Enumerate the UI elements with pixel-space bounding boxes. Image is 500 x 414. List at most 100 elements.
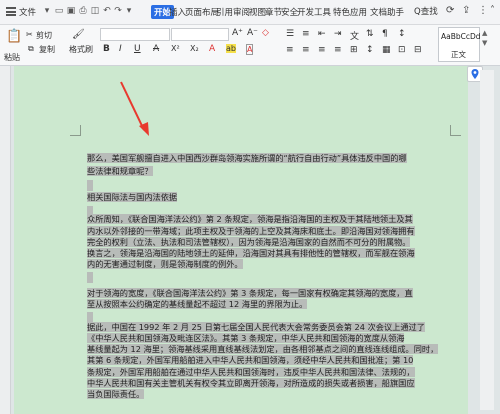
document-line[interactable]: 至从按照本公约确定的基线量起不超过 12 海里的界限为止。 <box>87 299 308 310</box>
style-normal[interactable]: AaBbCcDd 正文 <box>438 27 481 62</box>
vertical-ruler <box>0 66 11 414</box>
line-text: 内的无害通过制度，则是领海制度的例外。 <box>87 259 243 269</box>
tab-review[interactable]: 审阅 <box>233 6 250 18</box>
line-text: 条规定，外国军用船舶在通过中华人民共和国领海时，违反中华人民共和国法律、法规的， <box>87 367 415 377</box>
annotation-arrow-icon <box>120 81 149 136</box>
document-line[interactable]: 条规定，外国军用船舶在通过中华人民共和国领海时，违反中华人民共和国法律、法规的， <box>87 367 415 378</box>
tab-security[interactable]: 安全 <box>281 6 298 18</box>
highlight-button[interactable]: ab <box>226 44 236 53</box>
save-icon[interactable]: ▣ <box>66 6 76 16</box>
clear-format-icon[interactable]: ◇ <box>262 28 269 38</box>
format-painter-button[interactable]: 格式刷 <box>69 44 93 55</box>
bold-button[interactable]: B <box>103 44 110 54</box>
align-left-icon[interactable]: ≡ <box>286 45 294 55</box>
char-border-button[interactable]: A <box>246 44 254 55</box>
line-text: 完全的权利（立法、执法和司法管辖权），因为领海是沿海国家的自然而不可分的附属物。 <box>87 237 411 247</box>
style-scroll-arrows[interactable]: ▲ ▼ <box>482 28 487 48</box>
line-text: 《中华人民共和国领海及毗连区法》。其第 3 条规定，中华人民共和国领海的宽度从领… <box>87 333 405 343</box>
margin-corner-top-left <box>70 125 81 136</box>
tab-view[interactable]: 视图 <box>249 6 266 18</box>
line-text: 换言之，领海是沿海国的陆地领土的延伸，沿海国对其具有排他性的管辖权，而军舰在领海 <box>87 248 415 258</box>
vertical-scrollbar[interactable] <box>480 70 494 410</box>
align-right-icon[interactable]: ≡ <box>318 45 326 55</box>
shrink-font-icon[interactable]: A⁻ <box>247 28 258 38</box>
tab-references[interactable]: 引用 <box>216 6 233 18</box>
document-line[interactable]: 些法律和规章呢？ <box>87 166 153 177</box>
tab-developer[interactable]: 开发工具 <box>297 6 331 18</box>
bullet-list-icon[interactable]: ☰ <box>286 29 294 39</box>
underline-button[interactable]: U <box>134 44 141 54</box>
document-line[interactable]: 那么，美国军舰擅自进入中国西沙群岛领海实施所谓的“航行自由行动”具体违反中国的哪 <box>87 153 407 164</box>
grow-font-icon[interactable]: A⁺ <box>232 28 243 38</box>
document-line[interactable]: 对于领海的宽度，《联合国海洋法公约》第 3 条规定，每一国家有权确定其领海的宽度… <box>87 288 413 299</box>
line-text: 据此，中国在 1992 年 2 月 25 日第七届全国人民代表大会常务委员会第 … <box>87 322 425 332</box>
numbered-list-icon[interactable]: ≡ <box>302 29 310 39</box>
superscript-button[interactable]: X² <box>171 44 180 53</box>
redo-icon[interactable]: ↷ <box>113 6 123 16</box>
justify-icon[interactable]: ≡ <box>334 45 342 55</box>
document-line[interactable]: 中华人民共和国有关主管机关有权令其立即离开领海，对所造成的损失或者损害，船旗国应 <box>87 378 415 389</box>
copy-icon: ⧉ <box>28 44 34 53</box>
line-text: 当负国际责任。 <box>87 389 145 399</box>
document-line[interactable]: 内的无害通过制度，则是领海制度的例外。 <box>87 259 243 270</box>
line-spacing-dropdown-icon[interactable]: ↕ <box>366 45 374 55</box>
share-icon[interactable]: ⇪ <box>462 5 470 16</box>
margin-corner-top-right <box>450 125 461 136</box>
line-text: 中华人民共和国有关主管机关有权令其立即离开领海，对所造成的损失或者损害，船旗国应 <box>87 378 415 388</box>
sync-icon[interactable]: ⟳ <box>446 5 454 16</box>
tab-chapter[interactable]: 章节 <box>265 6 282 18</box>
style-sample: AaBbCcDd <box>441 32 481 41</box>
undo-icon[interactable]: ↶ <box>102 6 112 16</box>
increase-indent-icon[interactable]: ⇥ <box>334 29 342 39</box>
document-line[interactable]: 众所周知，《联合国海洋法公约》第 2 条规定，领海是指沿海国的主权及于其陆地领土… <box>87 214 413 225</box>
font-family-select[interactable] <box>100 28 170 41</box>
document-line[interactable]: 基线量起为 12 海里；领海基线采用直线基线法划定，由各相邻基点之间的直线连线组… <box>87 344 439 355</box>
document-line[interactable]: 其第 6 条规定，外国军用船舶进入中华人民共和国领海，须经中华人民共和国批准；第… <box>87 355 414 366</box>
decrease-indent-icon[interactable]: ⇤ <box>318 29 326 39</box>
document-line[interactable]: 相关国际法与国内法依据 <box>87 192 178 203</box>
align-center-icon[interactable]: ≡ <box>302 45 310 55</box>
line-spacing-icon[interactable]: ↕ <box>398 29 406 39</box>
strikethrough-button[interactable]: A <box>153 44 159 54</box>
distributed-icon[interactable]: ⊞ <box>350 45 358 55</box>
open-folder-icon[interactable]: ▭ <box>54 6 64 16</box>
search-button[interactable]: Q查找 <box>414 5 438 17</box>
chinese-layout-icon[interactable]: 文 <box>350 29 359 42</box>
shading-icon[interactable]: ▦ <box>382 45 391 55</box>
line-text: 内水以外邻接的一带海域；此项主权及于领海的上空及其海床和底土。即沿海国对领海拥有 <box>87 226 415 236</box>
cut-button[interactable]: 剪切 <box>36 30 52 41</box>
print-icon[interactable]: ⎙ <box>78 6 88 16</box>
dropdown-arrow-icon[interactable]: ▾ <box>42 6 52 16</box>
italic-button[interactable]: I <box>119 44 122 54</box>
tab-insert[interactable]: 插入 <box>169 6 186 18</box>
copy-button[interactable]: 复制 <box>39 44 55 55</box>
line-text: 至从按照本公约确定的基线量起不超过 12 海里的界限为止。 <box>87 299 308 309</box>
document-line[interactable]: 内水以外邻接的一带海域；此项主权及于领海的上空及其海床和底土。即沿海国对领海拥有 <box>87 226 415 237</box>
paste-button[interactable]: 粘贴 <box>4 52 20 63</box>
font-size-select[interactable] <box>171 28 229 41</box>
more-dropdown-icon[interactable]: ▾ <box>124 6 134 16</box>
tab-special-apps[interactable]: 特色应用 <box>333 6 367 18</box>
document-line[interactable]: 当负国际责任。 <box>87 389 145 400</box>
document-line[interactable]: 据此，中国在 1992 年 2 月 25 日第七届全国人民代表大会常务委员会第 … <box>87 322 425 333</box>
table-icon[interactable]: ⊟ <box>414 45 422 55</box>
tab-doc-assistant[interactable]: 文档助手 <box>370 6 404 18</box>
more-icon[interactable]: ⋮ <box>478 5 488 16</box>
document-line[interactable]: 完全的权利（立法、执法和司法管辖权），因为领海是沿海国家的自然而不可分的附属物。 <box>87 237 411 248</box>
sort-icon[interactable]: ⇅ <box>366 29 374 39</box>
collapse-icon[interactable]: ˄ <box>490 5 495 16</box>
print-preview-icon[interactable]: ◫ <box>90 6 100 16</box>
file-menu[interactable]: 文件 <box>19 6 36 18</box>
style-name: 正文 <box>451 50 466 59</box>
document-line[interactable]: 《中华人民共和国领海及毗连区法》。其第 3 条规定，中华人民共和国领海的宽度从领… <box>87 333 405 344</box>
paste-icon[interactable]: 📋 <box>6 29 22 44</box>
document-line[interactable]: 换言之，领海是沿海国的陆地领土的延伸，沿海国对其具有排他性的管辖权，而军舰在领海 <box>87 248 415 259</box>
show-marks-icon[interactable]: ¶ <box>382 29 388 39</box>
format-painter-icon: 🖌 <box>72 29 85 40</box>
tab-page-layout[interactable]: 页面布局 <box>185 6 219 18</box>
empty-paragraph-mark <box>87 180 93 191</box>
borders-icon[interactable]: ⊡ <box>398 45 406 55</box>
font-color-button[interactable]: A <box>209 44 215 54</box>
subscript-button[interactable]: X₂ <box>190 44 199 53</box>
menu-hamburger-icon[interactable] <box>6 7 16 16</box>
